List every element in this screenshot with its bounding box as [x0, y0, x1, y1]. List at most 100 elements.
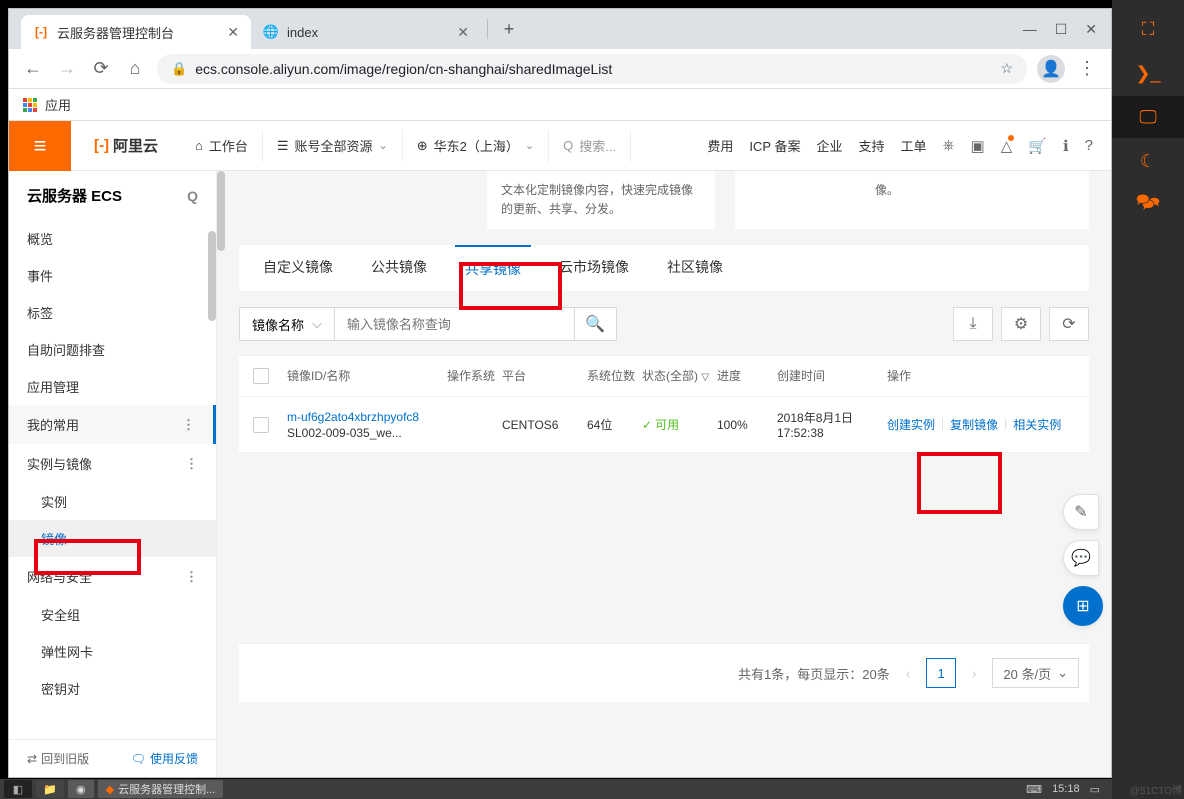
taskbar-chrome[interactable]: ◉	[68, 780, 94, 798]
files-button[interactable]: 📁	[36, 780, 64, 798]
apps-label[interactable]: 应用	[45, 95, 71, 114]
chevron-down-icon: ⌵	[312, 316, 322, 332]
nav-eni[interactable]: 弹性网卡	[9, 633, 216, 670]
filter-input[interactable]	[335, 307, 575, 341]
feedback-link[interactable]: 🗨 使用反馈	[131, 750, 198, 767]
nav-section-my[interactable]: 我的常用⋮	[9, 405, 216, 444]
next-page-icon[interactable]: ›	[966, 666, 982, 681]
chat-float-button[interactable]: 💬	[1063, 540, 1099, 576]
account-scope-dropdown[interactable]: ☰ 账号全部资源 ⌄	[263, 130, 403, 162]
filter-type-select[interactable]: 镜像名称 ⌵	[239, 307, 335, 341]
home-icon[interactable]: ⌂	[123, 57, 147, 81]
action-create-instance[interactable]: 创建实例	[887, 416, 935, 433]
browser-tab-active[interactable]: [-] 云服务器管理控制台 ✕	[21, 15, 251, 49]
keyboard-icon[interactable]: ⌨	[1026, 783, 1042, 796]
search-placeholder: 搜索...	[579, 136, 616, 155]
scrollbar-thumb[interactable]	[208, 231, 216, 321]
search-icon[interactable]: Q	[187, 188, 198, 204]
collection-icon[interactable]: ▣	[971, 137, 985, 155]
page-number[interactable]: 1	[926, 658, 956, 688]
cart-icon[interactable]: 🛒	[1028, 137, 1047, 155]
refresh-icon: ⟳	[1062, 314, 1075, 334]
browser-menu-icon[interactable]: ⋮	[1075, 57, 1099, 81]
select-all-checkbox[interactable]	[253, 368, 269, 384]
tip-icon[interactable]: ℹ	[1063, 137, 1069, 155]
link-ticket[interactable]: 工单	[901, 136, 927, 155]
tab-shared-image[interactable]: 共享镜像	[455, 245, 531, 291]
tray-icon[interactable]: ▭	[1090, 783, 1100, 796]
filter-icon: ▽	[701, 372, 709, 383]
page-size-select[interactable]: 20 条/页 ⌄	[992, 658, 1079, 688]
apps-grid-icon[interactable]	[23, 98, 37, 112]
reload-icon[interactable]: ⟳	[89, 57, 113, 81]
console-search[interactable]: Q 搜索...	[549, 130, 631, 162]
browser-tab-inactive[interactable]: 🌐 index ✕	[251, 15, 481, 49]
header-right: 费用 ICP 备案 企业 支持 工单 ⎈ ▣ △ 🛒 ℹ ?	[707, 136, 1111, 155]
minimize-icon[interactable]: —	[1023, 21, 1037, 38]
tab-market-image[interactable]: 云市场镜像	[549, 245, 639, 291]
link-fee[interactable]: 费用	[707, 136, 733, 155]
tab-close-icon[interactable]: ✕	[457, 24, 469, 41]
region-dropdown[interactable]: ⊕ 华东2（上海） ⌄	[403, 130, 549, 162]
logo-bracket-icon: [-]	[94, 137, 109, 154]
chat-bubble-icon: 💬	[1071, 548, 1091, 568]
grid-float-button[interactable]: ⊞	[1063, 586, 1103, 626]
tab-public-image[interactable]: 公共镜像	[361, 245, 437, 291]
maximize-icon[interactable]: ☐	[1055, 21, 1068, 38]
menu-toggle-icon[interactable]: ≡	[9, 121, 71, 171]
content-area: 文本化定制镜像内容，快速完成镜像的更新、共享、分发。 像。 自定义镜像 公共镜像…	[217, 171, 1111, 777]
nav-appmgmt[interactable]: 应用管理	[9, 368, 216, 405]
tab-close-icon[interactable]: ✕	[227, 24, 239, 41]
browser-tab-strip: [-] 云服务器管理控制台 ✕ 🌐 index ✕ + — ☐ ✕	[9, 9, 1111, 49]
refresh-button[interactable]: ⟳	[1049, 307, 1089, 341]
taskbar-app[interactable]: ◆云服务器管理控制...	[98, 780, 224, 798]
fullscreen-icon[interactable]: ⛶	[1112, 8, 1184, 50]
nav-secgroup[interactable]: 安全组	[9, 596, 216, 633]
close-window-icon[interactable]: ✕	[1085, 21, 1097, 38]
settings-button[interactable]: ⚙	[1001, 307, 1041, 341]
old-version-link[interactable]: ⇄ 回到旧版	[27, 750, 89, 767]
nav-section-network[interactable]: 网络与安全⋮	[9, 557, 216, 596]
th-status[interactable]: 状态(全部) ▽	[642, 369, 717, 385]
new-tab-button[interactable]: +	[494, 14, 524, 44]
action-related-instance[interactable]: 相关实例	[1013, 416, 1061, 433]
terminal-icon[interactable]: ❯_	[1112, 52, 1184, 94]
link-enterprise[interactable]: 企业	[816, 136, 842, 155]
location-icon: ⊕	[417, 138, 428, 154]
nav-selfservice[interactable]: 自助问题排查	[9, 331, 216, 368]
nav-events[interactable]: 事件	[9, 257, 216, 294]
content-scrollbar[interactable]	[217, 171, 225, 251]
bell-icon[interactable]: △	[1001, 137, 1013, 155]
nav-tags[interactable]: 标签	[9, 294, 216, 331]
nav-overview[interactable]: 概览	[9, 220, 216, 257]
prev-page-icon[interactable]: ‹	[900, 666, 916, 681]
chat-icon[interactable]: 🗫	[1112, 184, 1184, 226]
tab-community-image[interactable]: 社区镜像	[657, 245, 733, 291]
profile-icon[interactable]: 👤	[1037, 55, 1065, 83]
workbench-button[interactable]: ⌂ 工作台	[181, 130, 263, 162]
row-checkbox[interactable]	[253, 417, 269, 433]
start-button[interactable]: ◧	[4, 780, 32, 798]
nav-section-instance[interactable]: 实例与镜像⋮	[9, 444, 216, 483]
cloud-icon[interactable]: ⎈	[943, 137, 955, 154]
back-icon[interactable]: ←	[21, 57, 45, 81]
action-copy-image[interactable]: 复制镜像	[950, 416, 998, 433]
filter-search-button[interactable]: 🔍	[575, 307, 617, 341]
link-support[interactable]: 支持	[858, 136, 884, 155]
url-bar[interactable]: 🔒 ecs.console.aliyun.com/image/region/cn…	[157, 54, 1027, 84]
nav-keypair[interactable]: 密钥对	[9, 670, 216, 707]
tab-custom-image[interactable]: 自定义镜像	[253, 245, 343, 291]
moon-icon[interactable]: ☾	[1112, 140, 1184, 182]
bookmark-star-icon[interactable]: ☆	[1000, 60, 1013, 77]
display-icon[interactable]: 🖵	[1112, 96, 1184, 138]
aliyun-logo[interactable]: [-] 阿里云	[71, 135, 181, 156]
th-actions: 操作	[887, 369, 1077, 385]
nav-image[interactable]: 镜像	[9, 520, 216, 557]
image-id-link[interactable]: m-uf6g2ato4xbrzhpyofc8	[287, 410, 447, 424]
download-button[interactable]: ⤓	[953, 307, 993, 341]
help-icon[interactable]: ?	[1085, 137, 1093, 154]
watermark: @51CTO博	[1130, 782, 1182, 797]
edit-float-button[interactable]: ✎	[1063, 494, 1099, 530]
link-icp[interactable]: ICP 备案	[749, 136, 800, 155]
nav-instance[interactable]: 实例	[9, 483, 216, 520]
